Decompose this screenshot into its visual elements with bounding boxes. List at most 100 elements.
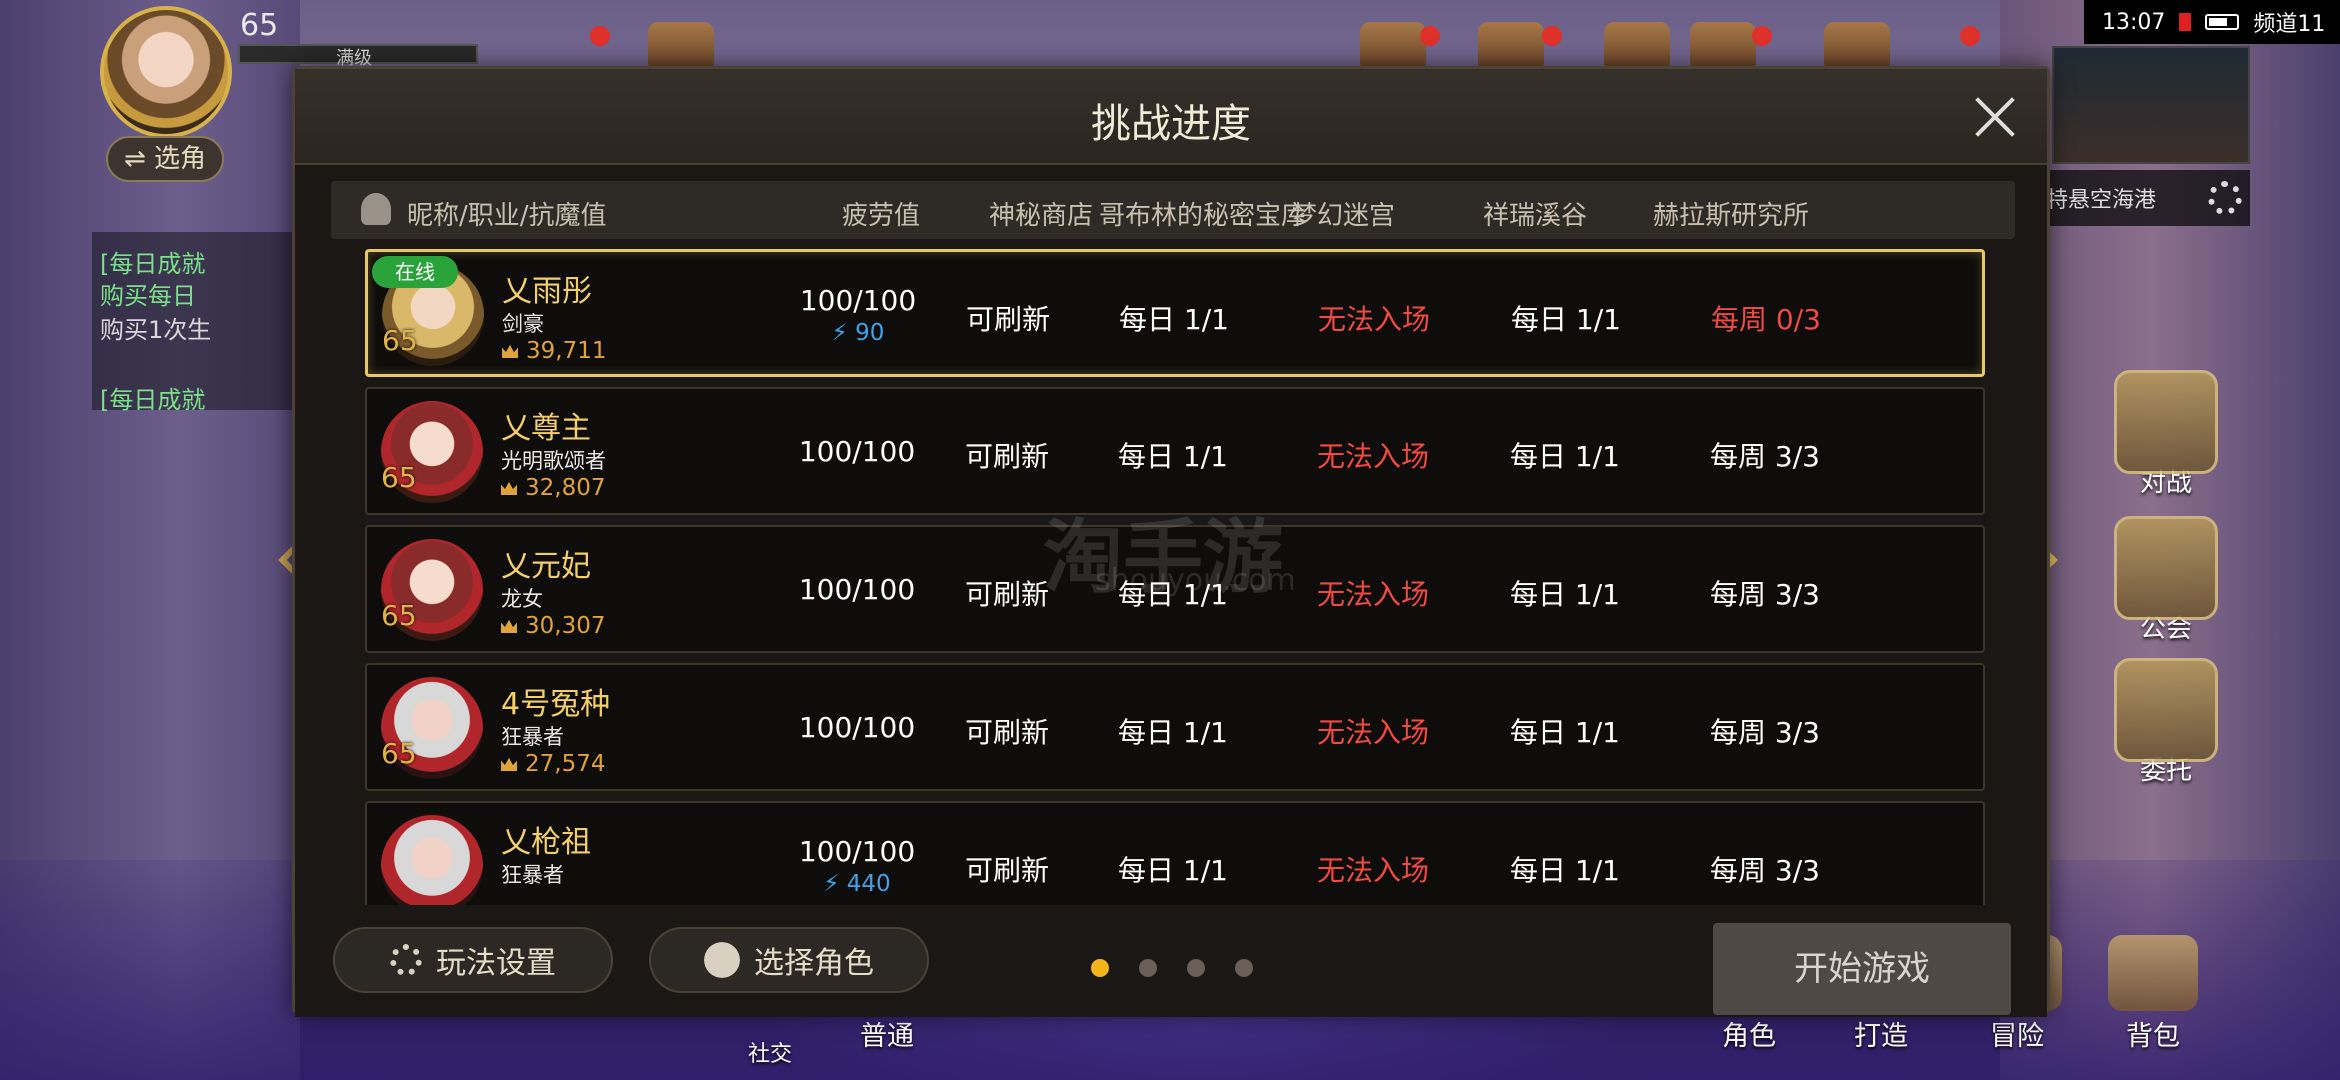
notification-dot bbox=[1960, 26, 1980, 46]
character-name: 乂雨彤 bbox=[502, 274, 592, 309]
helas-status: 每周 3/3 bbox=[1710, 716, 1820, 749]
gear-icon bbox=[390, 944, 422, 976]
system-status-bar: 13:07 频道11 bbox=[2084, 0, 2340, 44]
goblin-status: 每日 1/1 bbox=[1118, 716, 1228, 749]
character-job: 剑豪 bbox=[502, 312, 544, 336]
maze-status: 无法入场 bbox=[1316, 578, 1429, 611]
gameplay-settings-button[interactable]: 玩法设置 bbox=[333, 927, 613, 993]
character-job: 光明歌颂者 bbox=[501, 449, 606, 473]
character-power: 27,574 bbox=[501, 751, 605, 777]
guild-button[interactable]: 公会 bbox=[2106, 516, 2226, 645]
character-power: 32,807 bbox=[501, 475, 605, 501]
watermark-url: shouyou.com bbox=[1095, 563, 1296, 598]
notification-dot bbox=[1752, 26, 1772, 46]
character-name: 乂元妃 bbox=[501, 549, 591, 584]
character-row[interactable]: 65 4号冤种 狂暴者 27,574 100/100 可刷新 每日 1/1 无法… bbox=[365, 663, 1985, 791]
normal-tab-label[interactable]: 普通 bbox=[860, 1014, 914, 1053]
character-level: 65 bbox=[381, 737, 417, 770]
shop-status: 可刷新 bbox=[964, 716, 1049, 749]
minimap[interactable] bbox=[2052, 46, 2250, 164]
character-job: 狂暴者 bbox=[501, 725, 564, 749]
valley-status: 每日 1/1 bbox=[1510, 716, 1620, 749]
column-header-name: 昵称/职业/抗魔值 bbox=[407, 201, 607, 231]
notification-dot bbox=[1542, 26, 1562, 46]
chat-line: [每日成就 bbox=[100, 250, 206, 278]
maze-status: 无法入场 bbox=[1316, 854, 1429, 887]
top-menu-icon[interactable] bbox=[1690, 22, 1756, 72]
character-name: 4号冤种 bbox=[501, 687, 611, 722]
bag-label: 背包 bbox=[2126, 1021, 2180, 1052]
battle-button[interactable]: 对战 bbox=[2106, 370, 2226, 499]
start-game-button[interactable]: 开始游戏 bbox=[1713, 923, 2011, 1015]
character-power: 30,307 bbox=[501, 613, 605, 639]
character-name: 乂尊主 bbox=[501, 411, 591, 446]
gameplay-settings-label: 玩法设置 bbox=[436, 946, 556, 981]
shop-status: 可刷新 bbox=[964, 440, 1049, 473]
signal-icon bbox=[2179, 13, 2192, 31]
valley-status: 每日 1/1 bbox=[1510, 578, 1620, 611]
dialog-title: 挑战进度 bbox=[1091, 101, 1251, 147]
shop-status: 可刷新 bbox=[964, 854, 1049, 887]
character-level: 65 bbox=[382, 324, 418, 357]
channel-label: 频道11 bbox=[2253, 12, 2326, 37]
battery-icon bbox=[2205, 14, 2240, 30]
crown-icon bbox=[501, 620, 517, 633]
crossed-swords-icon bbox=[2114, 370, 2218, 474]
character-level: 65 bbox=[381, 461, 417, 494]
chat-line: [每日成就 bbox=[100, 386, 206, 414]
switch-character-button[interactable]: ⇌ 选角 bbox=[106, 136, 224, 182]
select-character-label: 选择角色 bbox=[754, 946, 874, 981]
top-menu-icon[interactable] bbox=[1360, 22, 1426, 72]
goblin-status: 每日 1/1 bbox=[1118, 854, 1228, 887]
adventure-label: 冒险 bbox=[1990, 1021, 2044, 1052]
map-location-label: 特悬空海港 bbox=[2046, 188, 2157, 213]
notification-dot bbox=[1420, 26, 1440, 46]
chat-line: 购买每日 bbox=[100, 282, 196, 310]
character-level: 65 bbox=[381, 599, 417, 632]
valley-status: 每日 1/1 bbox=[1510, 854, 1620, 887]
goblin-status: 每日 1/1 bbox=[1118, 440, 1228, 473]
character-avatar bbox=[381, 815, 483, 917]
character-row-selected[interactable]: 在线 65 乂雨彤 剑豪 39,711 100/100 ⚡ 90 可刷新 每日 … bbox=[365, 249, 1985, 377]
chat-line: 购买1次生 bbox=[100, 316, 212, 344]
shop-status: 可刷新 bbox=[965, 303, 1050, 336]
notification-dot bbox=[590, 26, 610, 46]
top-menu-icon[interactable] bbox=[1604, 22, 1670, 72]
character-job: 狂暴者 bbox=[501, 863, 564, 887]
page-dot[interactable] bbox=[1235, 959, 1253, 977]
helmet-icon bbox=[361, 193, 391, 225]
page-indicator bbox=[1091, 959, 1253, 977]
page-dot[interactable] bbox=[1187, 959, 1205, 977]
helas-status: 每周 3/3 bbox=[1710, 578, 1820, 611]
maze-status: 无法入场 bbox=[1317, 303, 1430, 336]
helas-status: 每周 3/3 bbox=[1710, 440, 1820, 473]
valley-status: 每日 1/1 bbox=[1511, 303, 1621, 336]
helas-status: 每周 3/3 bbox=[1710, 854, 1820, 887]
gear-icon[interactable] bbox=[2208, 181, 2242, 215]
select-character-button[interactable]: 选择角色 bbox=[649, 927, 929, 993]
top-menu-icon[interactable] bbox=[1478, 22, 1544, 72]
player-level: 65 bbox=[240, 8, 279, 43]
crown-icon bbox=[501, 482, 517, 495]
dialog-header: 挑战进度 bbox=[295, 69, 2047, 165]
player-portrait[interactable] bbox=[100, 6, 232, 138]
crown-icon bbox=[502, 345, 518, 358]
column-header-maze: 梦幻迷宫 bbox=[1290, 201, 1395, 231]
commission-button[interactable]: 委托 bbox=[2106, 658, 2226, 787]
crown-icon bbox=[501, 758, 517, 771]
close-icon[interactable] bbox=[1973, 95, 2017, 139]
page-dot[interactable] bbox=[1091, 959, 1109, 977]
map-footer: 特悬空海港 bbox=[2040, 170, 2250, 226]
top-menu-icon[interactable] bbox=[1824, 22, 1890, 72]
challenge-progress-dialog: 挑战进度 昵称/职业/抗魔值 疲劳值 神秘商店 哥布林的秘密宝库 梦幻迷宫 祥瑞… bbox=[292, 66, 2050, 1017]
goblin-status: 每日 1/1 bbox=[1119, 303, 1229, 336]
bag-icon[interactable] bbox=[2108, 935, 2198, 1011]
clock: 13:07 bbox=[2102, 9, 2166, 35]
craft-label: 打造 bbox=[1854, 1021, 1908, 1052]
social-label: 社交 bbox=[748, 1042, 793, 1067]
guild-emblem-icon bbox=[2114, 516, 2218, 620]
page-dot[interactable] bbox=[1139, 959, 1157, 977]
helas-status: 每周 0/3 bbox=[1711, 303, 1821, 336]
top-menu-icon[interactable] bbox=[648, 22, 714, 72]
column-header-helas: 赫拉斯研究所 bbox=[1652, 201, 1809, 231]
